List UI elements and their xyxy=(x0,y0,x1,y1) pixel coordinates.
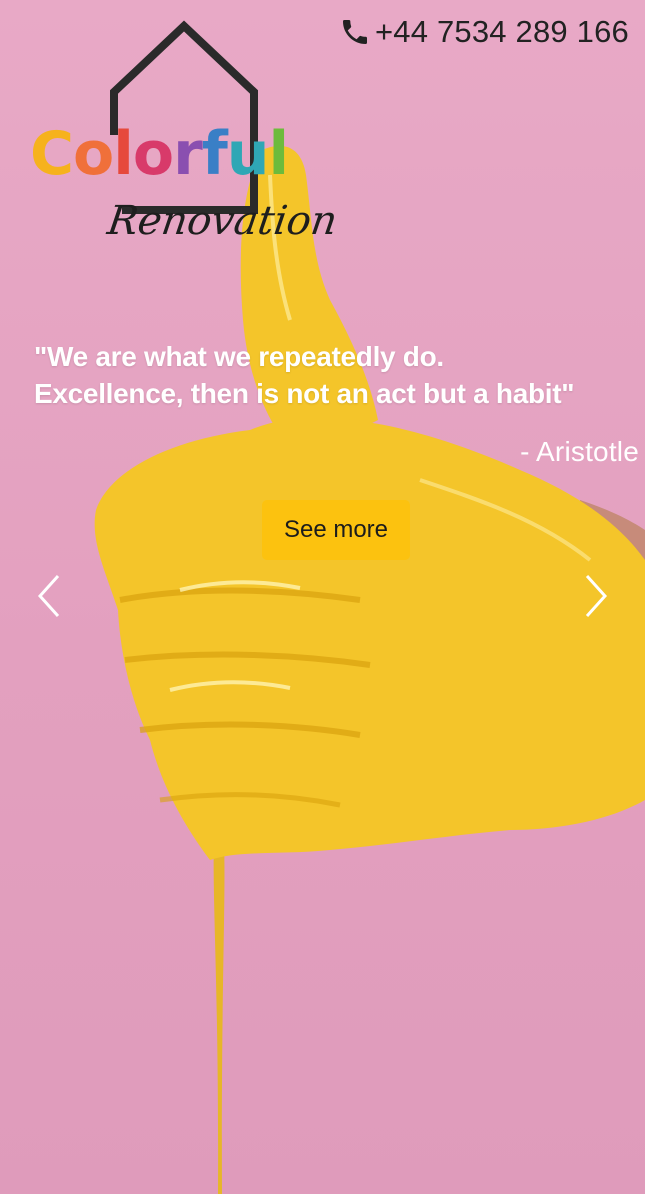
brand-logo[interactable]: Colorful Renovation xyxy=(30,20,340,270)
chevron-left-icon xyxy=(37,574,60,618)
carousel-next-button[interactable] xyxy=(575,572,615,620)
phone-icon xyxy=(342,20,367,44)
phone-number[interactable]: +44 7534 289 166 xyxy=(375,14,629,50)
hero-quote: "We are what we repeatedly do. Excellenc… xyxy=(34,338,624,412)
logo-letter: f xyxy=(201,119,228,189)
chevron-right-icon xyxy=(585,574,608,618)
logo-letter: r xyxy=(173,119,203,189)
quote-line-2: Excellence, then is not an act but a hab… xyxy=(34,378,575,409)
logo-letter: o xyxy=(73,119,114,189)
quote-author: - Aristotle xyxy=(520,436,639,467)
phone-contact[interactable]: +44 7534 289 166 xyxy=(339,14,629,50)
logo-wordmark: Colorful xyxy=(30,119,290,189)
logo-letter: o xyxy=(132,119,174,189)
hero-carousel: +44 7534 289 166 Colorful Renovation "We… xyxy=(0,0,645,1194)
quote-line-1: "We are what we repeatedly do. xyxy=(34,341,444,372)
logo-subtitle: Renovation xyxy=(104,198,341,244)
logo-letter: u xyxy=(226,119,270,189)
logo-letter: l xyxy=(268,119,290,189)
carousel-prev-button[interactable] xyxy=(30,572,70,620)
logo-letter: l xyxy=(113,119,134,189)
see-more-button[interactable]: See more xyxy=(262,500,410,560)
logo-letter: C xyxy=(30,119,74,189)
